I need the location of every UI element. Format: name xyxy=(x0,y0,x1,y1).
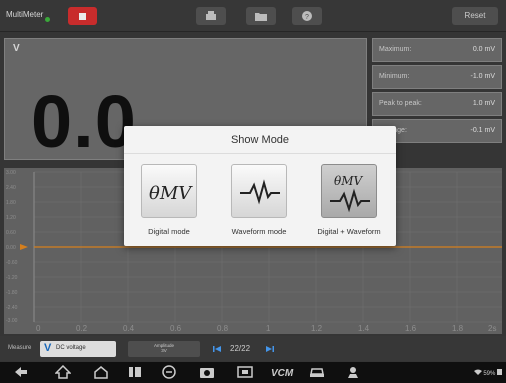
digital-mode-option[interactable]: θMV xyxy=(141,164,197,218)
dialog-title: Show Mode xyxy=(124,126,396,154)
digital-waveform-mode-label: Digital + Waveform xyxy=(317,227,381,236)
waveform-icon xyxy=(240,179,280,205)
show-mode-dialog: Show Mode θMV Digital mode Waveform mode… xyxy=(124,126,396,246)
waveform-mode-option[interactable] xyxy=(231,164,287,218)
digital-mode-label: Digital mode xyxy=(148,227,190,236)
digital-waveform-mode-option[interactable]: θMV xyxy=(321,164,377,218)
svg-text:θMV: θMV xyxy=(149,183,193,204)
svg-text:θMV: θMV xyxy=(334,174,364,188)
digital-readout-icon: θMV xyxy=(149,183,193,204)
digital-waveform-icon: θMV xyxy=(330,174,370,213)
waveform-mode-label: Waveform mode xyxy=(231,227,287,236)
